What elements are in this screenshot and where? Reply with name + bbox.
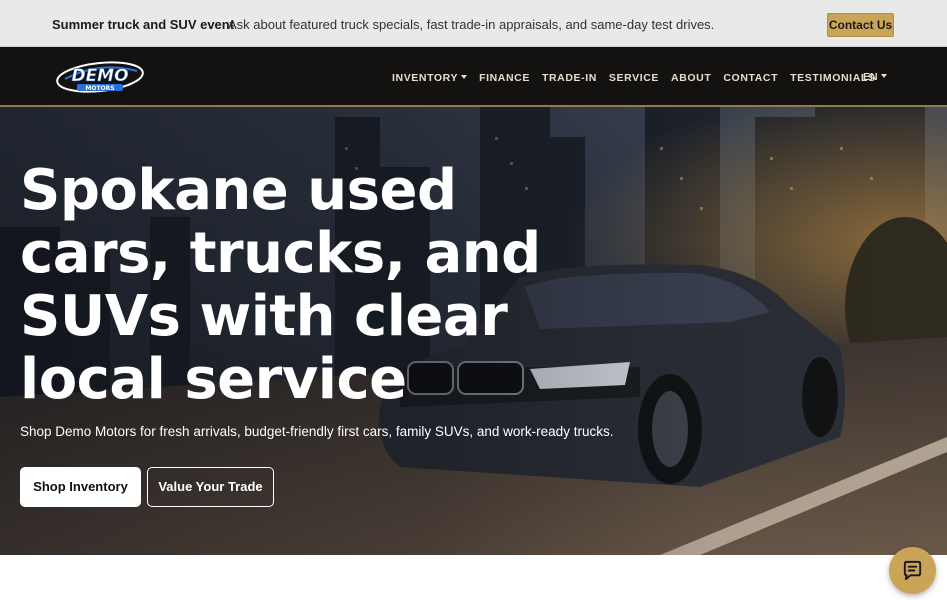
- nav-menu: INVENTORY FINANCE TRADE-IN SERVICE ABOUT…: [392, 71, 888, 85]
- logo-subtext: MOTORS: [85, 85, 114, 92]
- nav-item-about[interactable]: ABOUT: [671, 72, 711, 84]
- chat-button[interactable]: [889, 547, 936, 594]
- nav-item-inventory[interactable]: INVENTORY: [392, 72, 468, 84]
- nav-item-contact[interactable]: CONTACT: [723, 72, 778, 84]
- nav-item-label: INVENTORY: [392, 72, 459, 84]
- language-label: EN: [863, 71, 878, 83]
- navbar: DEMO MOTORS INVENTORY FINANCE TRADE-IN S…: [0, 47, 947, 107]
- promo-text: Ask about featured truck specials, fast …: [228, 17, 715, 32]
- contact-us-button[interactable]: Contact Us: [827, 13, 894, 37]
- hero-headline: Spokane used cars, trucks, and SUVs with…: [20, 158, 541, 412]
- chevron-down-icon: [880, 74, 887, 79]
- chevron-down-icon: [461, 75, 468, 80]
- value-your-trade-button[interactable]: Value Your Trade: [147, 467, 274, 507]
- hero-section: Spokane used cars, trucks, and SUVs with…: [0, 107, 947, 555]
- chat-bubble-icon: [903, 560, 922, 581]
- demo-motors-logo[interactable]: DEMO MOTORS: [55, 59, 145, 95]
- promo-bar: Summer truck and SUV event Ask about fea…: [0, 0, 947, 47]
- hero-subtext: Shop Demo Motors for fresh arrivals, bud…: [20, 424, 614, 439]
- nav-item-finance[interactable]: FINANCE: [479, 72, 530, 84]
- logo-text: DEMO: [71, 66, 128, 86]
- nav-item-service[interactable]: SERVICE: [609, 72, 659, 84]
- nav-item-trade-in[interactable]: TRADE-IN: [542, 72, 597, 84]
- shop-inventory-button[interactable]: Shop Inventory: [20, 467, 141, 507]
- language-selector[interactable]: EN: [863, 71, 887, 83]
- promo-title: Summer truck and SUV event: [52, 17, 235, 32]
